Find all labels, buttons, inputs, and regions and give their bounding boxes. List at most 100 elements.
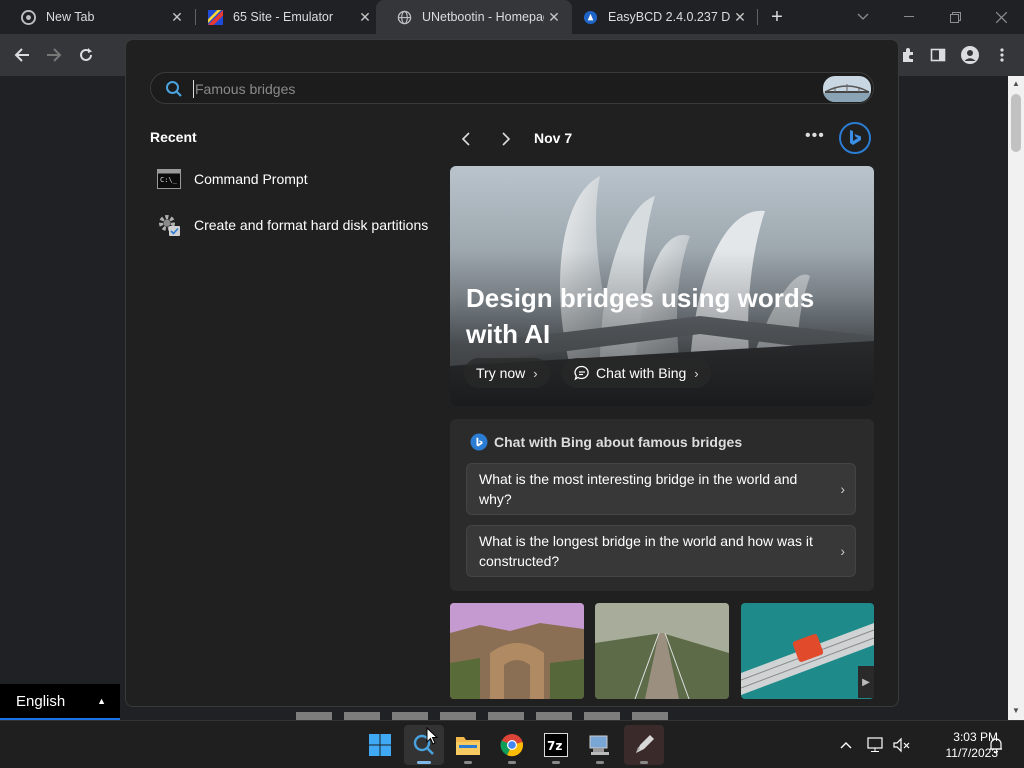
menu-icon[interactable] <box>990 43 1014 67</box>
rocket-icon <box>636 735 654 753</box>
highlights-date: Nov 7 <box>534 130 573 146</box>
recent-item-command-prompt[interactable]: C:\_ Command Prompt <box>156 164 308 194</box>
globe-icon <box>396 9 412 25</box>
tab-easybcd[interactable]: EasyBCD 2.4.0.237 Download ✕ <box>562 0 758 34</box>
chevron-right-icon: › <box>533 365 538 381</box>
minimize-button[interactable] <box>886 0 932 34</box>
tab-65-site-emulator[interactable]: 65 Site - Emulator ✕ <box>187 0 383 34</box>
chrome-icon <box>500 734 523 757</box>
search-box[interactable]: Famous bridges <box>150 72 874 104</box>
chrome-taskbar-button[interactable] <box>492 725 532 765</box>
chat-with-bing-label: Chat with Bing <box>596 365 687 381</box>
bing-highlight-card[interactable]: Design bridges using words with AI Try n… <box>450 166 874 406</box>
page-scrollbar[interactable]: ▲ ▼ <box>1008 76 1024 720</box>
recent-heading: Recent <box>150 129 197 145</box>
side-panel-icon[interactable] <box>926 43 950 67</box>
question-text: What is the longest bridge in the world … <box>479 533 813 569</box>
chat-card-title: Chat with Bing about famous bridges <box>494 434 743 450</box>
scroll-up-icon[interactable]: ▲ <box>1011 79 1021 89</box>
tab-new-tab[interactable]: New Tab ✕ <box>0 0 195 34</box>
forward-button[interactable] <box>42 43 66 67</box>
reload-button[interactable] <box>74 43 98 67</box>
next-button[interactable] <box>494 127 518 151</box>
close-icon[interactable]: ✕ <box>730 9 750 26</box>
close-window-button[interactable] <box>978 0 1024 34</box>
search-icon <box>166 81 182 97</box>
bing-icon <box>839 122 871 154</box>
folder-icon <box>456 737 480 755</box>
question-text: What is the most interesting bridge in t… <box>479 471 798 507</box>
try-now-button[interactable]: Try now › <box>464 358 550 388</box>
windows-search-flyout: Famous bridges Recent C:\_ Command Promp… <box>125 39 899 707</box>
previous-button[interactable] <box>454 127 478 151</box>
restore-button[interactable] <box>932 0 978 34</box>
active-indicator <box>417 761 431 764</box>
mouse-cursor-icon <box>426 727 438 745</box>
file-explorer-button[interactable] <box>448 725 488 765</box>
bridge-thumbnail[interactable] <box>450 603 584 699</box>
suggested-question[interactable]: What is the most interesting bridge in t… <box>466 463 856 515</box>
tab-title: UNetbootin - Homepage <box>422 10 544 24</box>
tab-title: New Tab <box>46 10 95 24</box>
search-input[interactable]: Famous bridges <box>195 80 295 98</box>
suspension-footbridge-image <box>595 603 729 699</box>
profile-icon[interactable] <box>958 43 982 67</box>
scroll-thumb[interactable] <box>1011 94 1021 152</box>
page-partial-text <box>296 712 716 720</box>
search-taskbar-button[interactable] <box>404 725 444 765</box>
scroll-down-icon[interactable]: ▼ <box>1011 706 1021 716</box>
tab-search-icon[interactable] <box>840 0 886 34</box>
close-icon[interactable]: ✕ <box>355 9 375 26</box>
easybcd-icon <box>582 9 598 25</box>
chat-card-heading: Chat with Bing about famous bridges <box>470 433 742 451</box>
emulator-icon <box>207 9 223 25</box>
7zip-icon: 7z <box>544 733 568 757</box>
running-indicator <box>596 761 604 764</box>
new-tab-button[interactable]: + <box>766 6 788 28</box>
close-icon[interactable]: ✕ <box>167 9 187 26</box>
caret-up-icon: ▲ <box>97 696 106 706</box>
remote-desktop-button[interactable] <box>580 725 620 765</box>
chat-with-bing-button[interactable]: Chat with Bing › <box>562 358 711 388</box>
running-indicator <box>640 761 648 764</box>
computer-icon <box>589 735 609 755</box>
screen: New Tab ✕ 65 Site - Emulator ✕ UNetbooti… <box>0 0 1024 768</box>
language-select[interactable]: English ▲ <box>0 684 120 720</box>
chevron-right-icon: › <box>840 543 845 559</box>
show-hidden-icons-button[interactable] <box>836 735 856 755</box>
bridge-thumbnail[interactable] <box>741 603 874 699</box>
disk-management-icon <box>156 214 182 236</box>
recent-item-label: Command Prompt <box>194 171 308 187</box>
notification-bell-icon[interactable] <box>986 735 1006 755</box>
try-now-label: Try now <box>476 365 526 381</box>
bridge-highlight-image <box>823 76 871 102</box>
svg-text:C:\_: C:\_ <box>160 176 178 184</box>
chat-bubble-icon <box>574 365 589 381</box>
svg-text:7z: 7z <box>547 739 562 753</box>
recent-item-disk-partitions[interactable]: Create and format hard disk partitions <box>156 210 428 240</box>
aerial-bridge-image <box>741 603 874 699</box>
running-indicator <box>508 761 516 764</box>
extensions-icon[interactable] <box>896 43 920 67</box>
tab-title: EasyBCD 2.4.0.237 Download <box>608 10 730 24</box>
highlights-nav: Nov 7 ••• <box>450 122 874 154</box>
volume-muted-icon[interactable] <box>892 735 912 755</box>
suggested-question[interactable]: What is the longest bridge in the world … <box>466 525 856 577</box>
more-options-button[interactable]: ••• <box>805 127 825 145</box>
chevron-right-icon: › <box>694 365 699 381</box>
back-button[interactable] <box>10 43 34 67</box>
tab-unetbootin[interactable]: UNetbootin - Homepage ✕ <box>376 0 572 34</box>
bridge-thumbnail[interactable] <box>595 603 729 699</box>
bing-chat-button[interactable] <box>838 121 872 155</box>
start-button[interactable] <box>360 725 400 765</box>
chat-with-bing-card: Chat with Bing about famous bridges What… <box>450 419 874 591</box>
close-icon[interactable]: ✕ <box>544 9 564 26</box>
7zip-taskbar-button[interactable]: 7z <box>536 725 576 765</box>
network-icon[interactable] <box>866 735 886 755</box>
app-taskbar-button[interactable] <box>624 725 664 765</box>
text-caret <box>193 80 194 98</box>
running-indicator <box>552 761 560 764</box>
command-prompt-icon: C:\_ <box>156 168 182 190</box>
thumbnails-next-button[interactable]: ▶ <box>858 666 874 698</box>
windows-logo-icon <box>369 734 391 756</box>
